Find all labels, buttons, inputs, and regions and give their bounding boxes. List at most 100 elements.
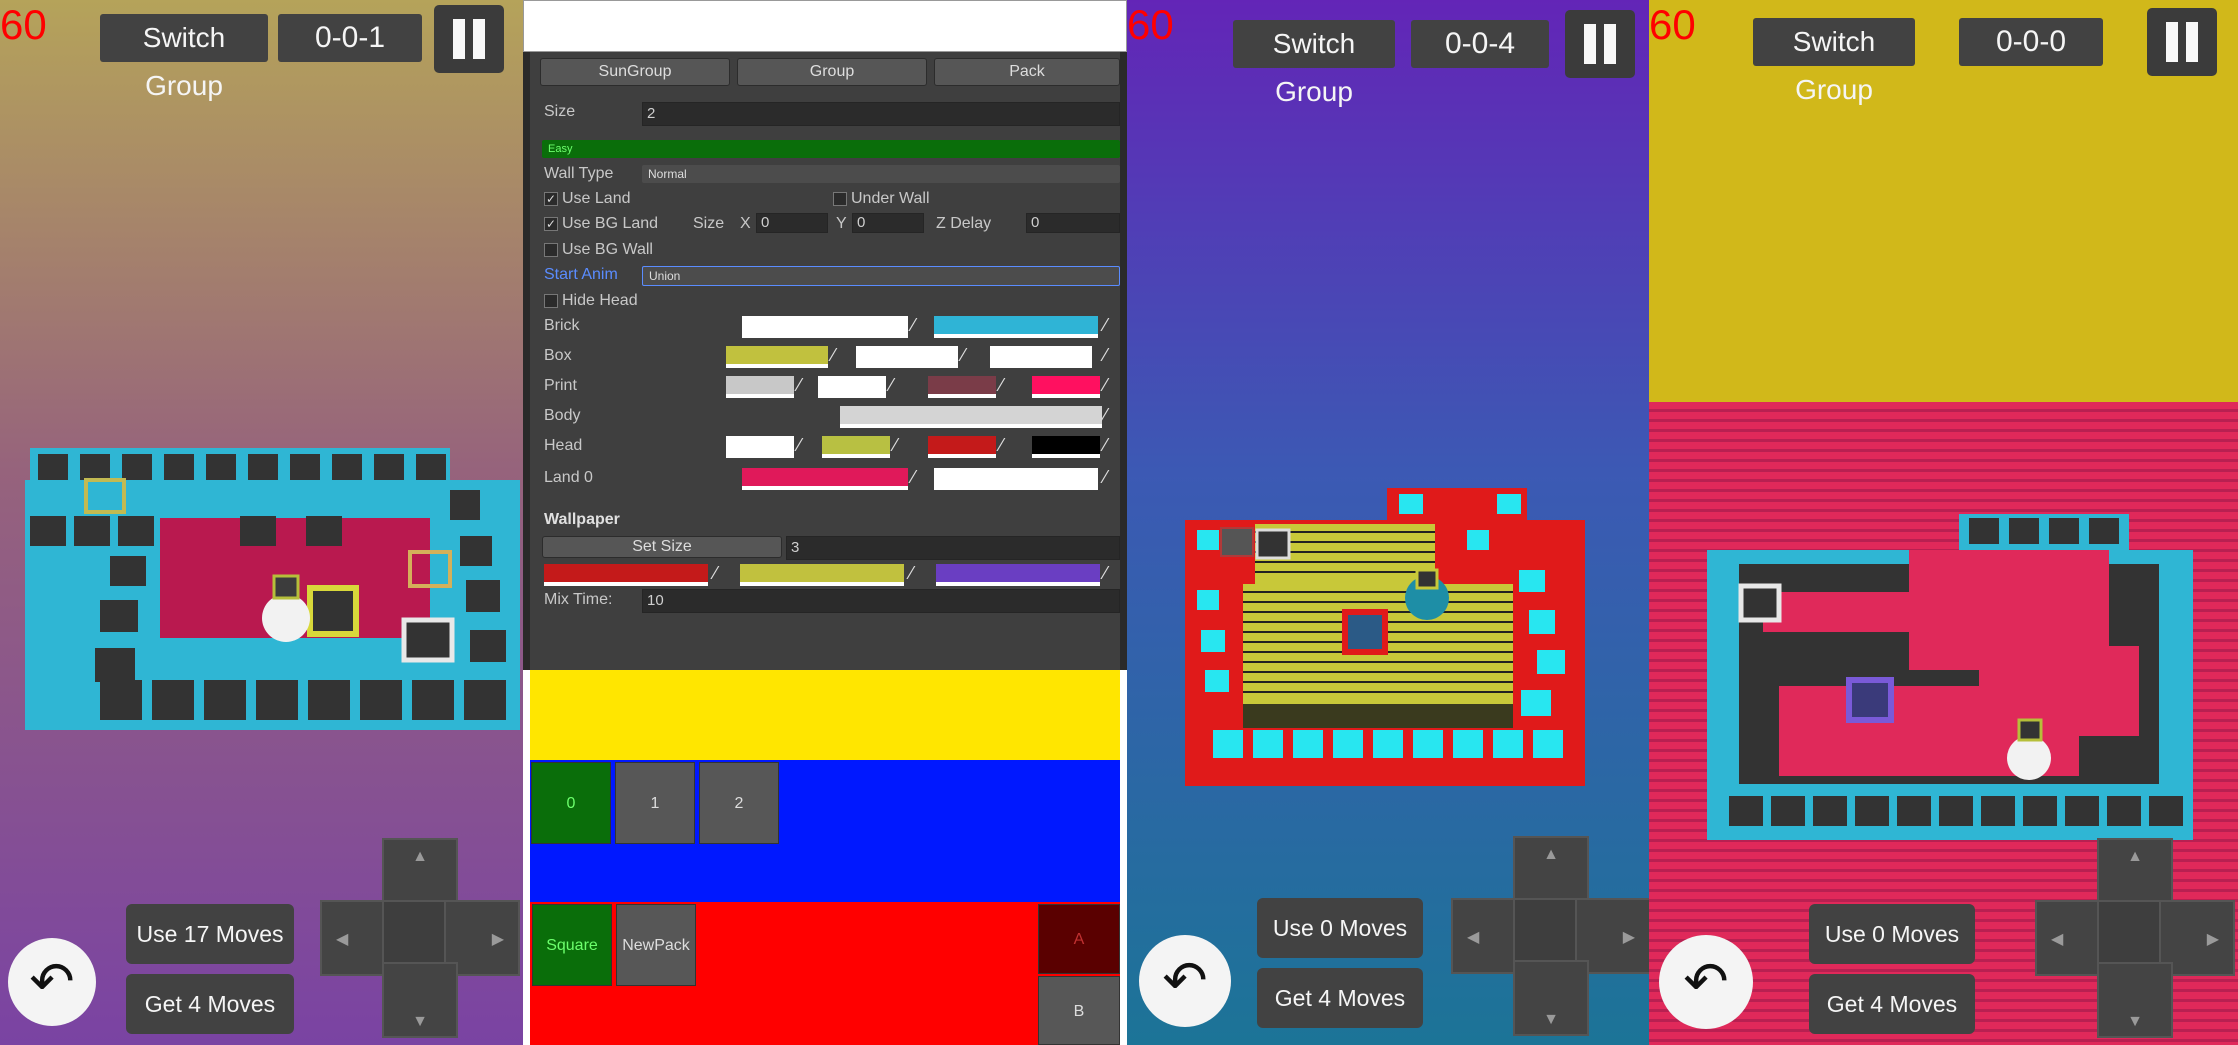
- eyedropper-icon[interactable]: ⁄: [894, 434, 897, 456]
- start-anim-dropdown[interactable]: Union: [642, 266, 1120, 286]
- eyedropper-icon[interactable]: ⁄: [832, 344, 835, 366]
- bg-size-label: Size: [693, 215, 725, 232]
- pause-button[interactable]: [1565, 10, 1635, 78]
- eyedropper-icon[interactable]: ⁄: [1104, 344, 1107, 366]
- eyedropper-icon[interactable]: ⁄: [1000, 374, 1003, 396]
- eyedropper-icon[interactable]: ⁄: [1104, 434, 1107, 456]
- side-button-a[interactable]: A: [1038, 904, 1120, 974]
- color-swatch[interactable]: [822, 436, 890, 458]
- color-swatch[interactable]: [936, 564, 1100, 586]
- color-swatch[interactable]: [742, 316, 908, 338]
- wallpaper-heading: Wallpaper: [544, 511, 620, 528]
- eyedropper-icon[interactable]: ⁄: [962, 344, 965, 366]
- set-size-button[interactable]: Set Size: [542, 536, 782, 558]
- get-moves-button[interactable]: Get 4 Moves: [126, 974, 294, 1034]
- row-label-land-0: Land 0: [544, 469, 593, 486]
- row-label-head: Head: [544, 437, 583, 454]
- mix-time-label: Mix Time:: [544, 591, 613, 608]
- mix-time-field[interactable]: 10: [642, 589, 1120, 613]
- color-swatch[interactable]: [928, 376, 996, 398]
- pause-button[interactable]: [434, 5, 504, 73]
- use-moves-button[interactable]: Use 17 Moves: [126, 904, 294, 964]
- game-board: [1699, 506, 2199, 846]
- pause-button[interactable]: [2147, 8, 2217, 76]
- side-button-b[interactable]: B: [1038, 976, 1120, 1045]
- row-label-body: Body: [544, 407, 581, 424]
- switch-group-button[interactable]: Switch Group: [100, 14, 268, 101]
- eyedropper-icon[interactable]: ⁄: [1000, 434, 1003, 456]
- down-arrow-button[interactable]: ▼: [382, 962, 458, 1038]
- level-button-0[interactable]: 0: [531, 762, 611, 844]
- z-delay-field[interactable]: 0: [1026, 213, 1120, 233]
- level-button-1[interactable]: 1: [615, 762, 695, 844]
- eyedropper-icon[interactable]: ⁄: [1104, 374, 1107, 396]
- player-robot: [2007, 736, 2051, 780]
- level-editor-panel: SunGroup Group Pack Size 2 Easy Wall Typ…: [523, 0, 1127, 1045]
- eyedropper-icon[interactable]: ⁄: [1104, 404, 1107, 426]
- eyedropper-icon[interactable]: ⁄: [912, 466, 915, 488]
- use-land-checkbox[interactable]: ✓: [544, 192, 558, 206]
- pushable-box: [307, 585, 359, 637]
- direction-pad: ▲ ◀ ▶ ▼: [320, 838, 520, 1038]
- set-size-field[interactable]: 3: [786, 536, 1120, 560]
- undo-button[interactable]: ↶: [1659, 935, 1753, 1029]
- pack-button-square[interactable]: Square: [532, 904, 612, 986]
- eyedropper-icon[interactable]: ⁄: [798, 434, 801, 456]
- get-moves-button[interactable]: Get 4 Moves: [1809, 974, 1975, 1034]
- color-swatch[interactable]: [934, 468, 1098, 490]
- eyedropper-icon[interactable]: ⁄: [912, 314, 915, 336]
- color-swatch[interactable]: [818, 376, 886, 398]
- switch-group-button[interactable]: Switch Group: [1753, 18, 1915, 105]
- eyedropper-icon[interactable]: ⁄: [798, 374, 801, 396]
- use-bg-wall-checkbox[interactable]: [544, 243, 558, 257]
- color-swatch[interactable]: [726, 436, 794, 458]
- color-swatch[interactable]: [990, 346, 1092, 368]
- pack-button-newpack[interactable]: NewPack: [616, 904, 696, 986]
- use-moves-button[interactable]: Use 0 Moves: [1809, 904, 1975, 964]
- eyedropper-icon[interactable]: ⁄: [890, 374, 893, 396]
- undo-button[interactable]: ↶: [8, 938, 96, 1026]
- size-field[interactable]: 2: [642, 102, 1120, 126]
- color-swatch[interactable]: [934, 316, 1098, 338]
- direction-pad: ▲ ◀ ▶ ▼: [2035, 838, 2235, 1038]
- eyedropper-icon[interactable]: ⁄: [1104, 562, 1107, 584]
- eyedropper-icon[interactable]: ⁄: [910, 562, 913, 584]
- color-swatch[interactable]: [1032, 376, 1100, 398]
- color-swatch[interactable]: [742, 468, 908, 490]
- eyedropper-icon[interactable]: ⁄: [714, 562, 717, 584]
- eyedropper-icon[interactable]: ⁄: [1104, 466, 1107, 488]
- color-swatch[interactable]: [726, 376, 794, 398]
- color-swatch[interactable]: [840, 406, 1102, 428]
- start-anim-label: Start Anim: [544, 266, 618, 283]
- tab-group[interactable]: Group: [737, 58, 927, 86]
- game-screen-level-0-0-1: 60 Switch Group 0-0-1 Use 17 Moves Get 4…: [0, 0, 523, 1045]
- under-wall-checkbox[interactable]: [833, 192, 847, 206]
- use-moves-button[interactable]: Use 0 Moves: [1257, 898, 1423, 958]
- z-delay-label: Z Delay: [936, 215, 992, 232]
- hide-head-checkbox[interactable]: [544, 294, 558, 308]
- eyedropper-icon[interactable]: ⁄: [1104, 314, 1107, 336]
- x-label: X: [740, 215, 751, 232]
- level-button-2[interactable]: 2: [699, 762, 779, 844]
- down-arrow-button[interactable]: ▼: [1513, 960, 1589, 1036]
- undo-button[interactable]: ↶: [1139, 935, 1231, 1027]
- tab-sungroup[interactable]: SunGroup: [540, 58, 730, 86]
- tab-pack[interactable]: Pack: [934, 58, 1120, 86]
- x-field[interactable]: 0: [756, 213, 828, 233]
- difficulty-dropdown[interactable]: Easy: [542, 140, 1120, 158]
- color-swatch[interactable]: [856, 346, 958, 368]
- color-swatch[interactable]: [740, 564, 904, 586]
- pause-icon: [2166, 22, 2178, 62]
- switch-group-button[interactable]: Switch Group: [1233, 20, 1395, 107]
- color-swatch[interactable]: [928, 436, 996, 458]
- color-swatch[interactable]: [544, 564, 708, 586]
- player-robot: [262, 594, 310, 642]
- get-moves-button[interactable]: Get 4 Moves: [1257, 968, 1423, 1028]
- pushable-box: [1846, 677, 1894, 723]
- use-bg-land-checkbox[interactable]: ✓: [544, 217, 558, 231]
- y-field[interactable]: 0: [852, 213, 924, 233]
- down-arrow-button[interactable]: ▼: [2097, 962, 2173, 1038]
- color-swatch[interactable]: [1032, 436, 1100, 458]
- wall-type-dropdown[interactable]: Normal: [642, 165, 1120, 183]
- color-swatch[interactable]: [726, 346, 828, 368]
